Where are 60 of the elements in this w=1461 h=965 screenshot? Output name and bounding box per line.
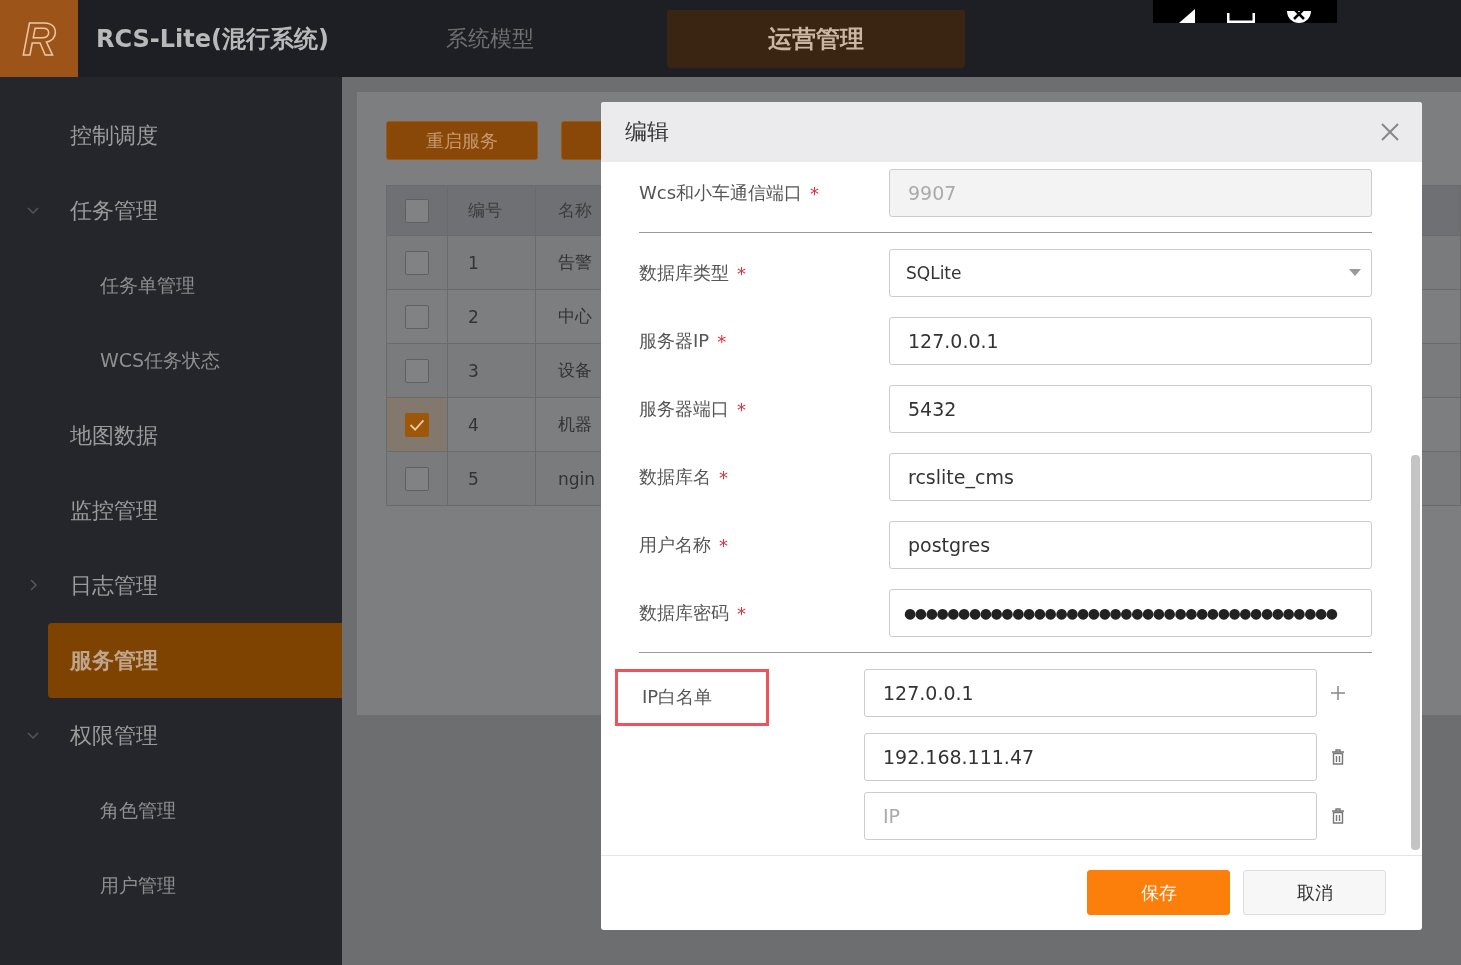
sidebar-item[interactable]: 用户管理 [0,848,342,923]
required-mark: * [810,182,820,204]
app-title: RCS-Lite(混行系统) [96,23,330,55]
field-label: 服务器端口 [639,397,729,421]
trash-icon[interactable] [1330,749,1346,765]
logo: R [0,0,78,77]
password-dots: ●●●●●●●●●●●●●●●●●●●●●●●●●●●●●●●●●●●●●●●● [904,605,1337,621]
sidebar-item[interactable]: 服务管理 [48,623,342,698]
sidebar-item[interactable]: 任务管理 [0,173,342,248]
cancel-button[interactable]: 取消 [1243,870,1386,915]
checkbox[interactable] [405,250,429,275]
dialog-title: 编辑 [625,118,669,146]
field-label: IP白名单 [615,669,770,726]
table-cell: 3 [447,343,536,398]
nav-tab[interactable]: 系统模型 [446,11,534,66]
plus-icon[interactable] [1330,685,1346,701]
ip-input-field[interactable]: IP [864,792,1317,840]
sidebar-item[interactable]: 角色管理 [0,773,342,848]
required-mark: * [719,466,728,488]
window-icon [1227,13,1255,23]
close-icon[interactable] [1380,122,1400,142]
sidebar-item[interactable]: 任务单管理 [0,248,342,323]
input-field[interactable]: rcslite_cms [889,453,1372,501]
checkbox[interactable] [405,466,429,491]
ip-input-field[interactable]: 127.0.0.1 [864,669,1317,717]
table-cell: 4 [447,397,536,452]
checkbox[interactable] [405,358,429,383]
password-field[interactable]: ●●●●●●●●●●●●●●●●●●●●●●●●●●●●●●●●●●●●●●●● [889,589,1372,637]
sidebar-item[interactable]: 权限管理 [0,698,342,773]
table-cell: 1 [447,235,536,290]
back-icon [1177,9,1197,23]
input-field[interactable]: 5432 [889,385,1372,433]
field-label: 数据库类型 [639,261,729,285]
caret-icon [1349,269,1361,277]
nav-tab[interactable]: 运营管理 [667,9,965,68]
select-field[interactable]: SQLite [889,249,1372,297]
required-mark: * [737,398,746,420]
restart-button[interactable]: 重启服务 [386,121,538,160]
required-mark: * [737,602,746,624]
select-value: SQLite [906,263,962,283]
field-label: 数据库密码 [639,601,729,625]
field-label: 数据库名 [639,465,711,489]
checkbox[interactable] [405,304,429,329]
sidebar-item[interactable]: WCS任务状态 [0,323,342,398]
checkbox[interactable] [405,412,429,437]
input-field[interactable]: 127.0.0.1 [889,317,1372,365]
sidebar-item[interactable]: 监控管理 [0,473,342,548]
input-field[interactable]: postgres [889,521,1372,569]
required-mark: * [737,262,746,284]
required-mark: * [719,534,728,556]
sidebar-item[interactable]: 控制调度 [0,98,342,173]
trash-icon[interactable] [1330,808,1346,824]
table-cell: 2 [447,289,536,344]
table-cell: 5 [447,451,536,506]
ip-input-field[interactable]: 192.168.111.47 [864,733,1317,781]
field-label: 用户名称 [639,533,711,557]
scrollbar[interactable] [1411,455,1420,850]
sidebar-item[interactable]: 日志管理 [0,548,342,623]
checkbox[interactable] [405,198,429,223]
sidebar-item[interactable]: 地图数据 [0,398,342,473]
